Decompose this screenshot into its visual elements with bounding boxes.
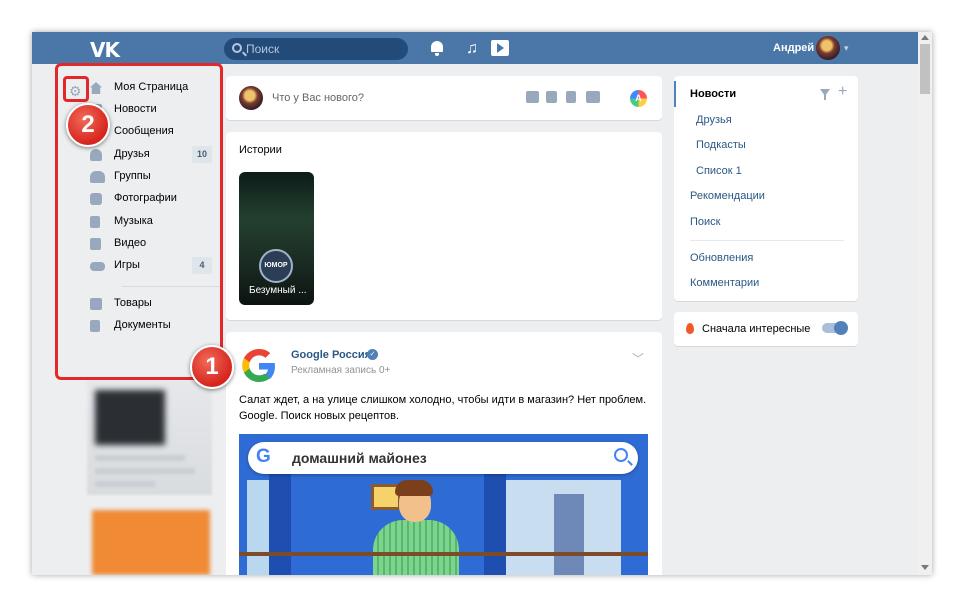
toggle-knob[interactable] xyxy=(834,321,848,335)
scroll-down-arrow-icon[interactable] xyxy=(921,565,929,570)
nav-item-label: Поиск xyxy=(690,216,721,228)
search-icon xyxy=(232,43,242,53)
nav-item-recommendations[interactable]: Рекомендации xyxy=(674,183,858,209)
man-hair-illustration xyxy=(395,480,433,496)
story-name: Безумный ... xyxy=(249,285,307,296)
ad-image xyxy=(95,390,165,445)
vk-logo[interactable]: VK xyxy=(90,38,120,62)
search-icon xyxy=(614,448,628,462)
nav-item-label: Подкасты xyxy=(696,139,746,151)
google-logo-icon[interactable] xyxy=(239,346,279,386)
ad-text-line xyxy=(95,455,185,461)
verified-check-icon: ✓ xyxy=(367,349,378,360)
music-note-icon[interactable]: ♫ xyxy=(466,40,482,58)
interesting-first-toggle-row[interactable]: Сначала интересные xyxy=(674,312,858,346)
gradient-avatar-icon[interactable]: A xyxy=(630,90,647,107)
blurred-ad-orange xyxy=(92,510,210,575)
nav-item-label: Список 1 xyxy=(696,165,742,177)
google-g-icon: G xyxy=(256,446,271,467)
text-format-icon[interactable] xyxy=(586,91,600,103)
building-illustration xyxy=(554,494,584,575)
scroll-thumb[interactable] xyxy=(920,44,930,94)
search-input[interactable] xyxy=(246,41,396,57)
image-search-bar: G домашний майонез xyxy=(248,442,638,474)
nav-item-label: Обновления xyxy=(690,252,754,264)
nav-item-label: Комментарии xyxy=(690,277,760,289)
post-composer[interactable]: Что у Вас нового? A xyxy=(226,76,662,120)
fire-icon xyxy=(686,323,694,334)
post-author[interactable]: Google Россия xyxy=(291,349,371,361)
man-body-illustration xyxy=(373,520,459,575)
post-text: Салат ждет, а на улице слишком холодно, … xyxy=(239,394,647,422)
nav-item-label: Новости xyxy=(690,88,737,100)
stories-block: Истории ЮМОР Безумный ... xyxy=(226,132,662,320)
nav-divider xyxy=(690,240,844,241)
feed-post: Google Россия ✓ Рекламная запись 0+ ﹀ Са… xyxy=(226,332,662,575)
chevron-down-icon[interactable]: ▾ xyxy=(844,43,849,54)
scroll-up-arrow-icon[interactable] xyxy=(921,35,929,40)
nav-item-updates[interactable]: Обновления xyxy=(674,245,858,271)
page-scrollbar[interactable] xyxy=(918,32,932,575)
nav-item-comments[interactable]: Комментарии xyxy=(674,270,858,296)
table-illustration xyxy=(239,552,648,556)
music-note-icon[interactable] xyxy=(566,91,576,103)
user-name[interactable]: Андрей xyxy=(773,42,814,54)
interesting-first-toggle[interactable] xyxy=(822,321,848,335)
annotation-highlight-gear xyxy=(63,76,89,102)
bell-icon[interactable] xyxy=(430,40,444,58)
avatar[interactable] xyxy=(816,36,840,60)
chevron-down-icon[interactable]: ﹀ xyxy=(632,350,644,367)
nav-item-podcasts[interactable]: Подкасты xyxy=(674,132,858,158)
annotation-callout-2: 2 xyxy=(66,103,110,147)
composer-input[interactable]: Что у Вас нового? xyxy=(272,92,364,104)
image-search-query: домашний майонез xyxy=(292,450,427,466)
news-filter-nav: Новости + Друзья Подкасты Список 1 Реком… xyxy=(674,76,858,301)
blurred-ad xyxy=(87,380,212,495)
nav-item-label: Друзья xyxy=(696,114,732,126)
search-box[interactable] xyxy=(224,38,408,60)
post-meta: Рекламная запись 0+ xyxy=(291,365,391,376)
filter-icon[interactable] xyxy=(820,89,830,100)
nav-item-label: Рекомендации xyxy=(690,190,765,202)
curtain-illustration xyxy=(269,474,291,575)
nav-item-search[interactable]: Поиск xyxy=(674,209,858,235)
annotation-callout-1: 1 xyxy=(190,345,234,389)
film-icon[interactable] xyxy=(546,91,557,103)
avatar xyxy=(239,86,263,110)
window-illustration xyxy=(247,480,271,575)
curtain-illustration xyxy=(484,474,506,575)
camera-icon[interactable] xyxy=(526,91,539,103)
stories-title: Истории xyxy=(239,144,282,156)
nav-item-list-1[interactable]: Список 1 xyxy=(674,158,858,184)
nav-item-news[interactable]: Новости xyxy=(674,81,858,107)
interesting-first-label: Сначала интересные xyxy=(702,323,811,335)
nav-item-friends[interactable]: Друзья xyxy=(674,107,858,133)
play-icon[interactable] xyxy=(491,40,509,56)
post-image[interactable]: G домашний майонез xyxy=(239,434,648,575)
plus-icon[interactable]: + xyxy=(838,84,847,100)
story-logo: ЮМОР xyxy=(259,249,293,283)
story-card[interactable]: ЮМОР Безумный ... xyxy=(239,172,314,305)
ad-text-line xyxy=(95,481,155,487)
ad-text-line xyxy=(95,468,195,474)
top-header: VK ♫ Андрей ▾ xyxy=(32,32,918,64)
browser-viewport: VK ♫ Андрей ▾ Моя Страница Новости Сообщ… xyxy=(32,32,932,575)
